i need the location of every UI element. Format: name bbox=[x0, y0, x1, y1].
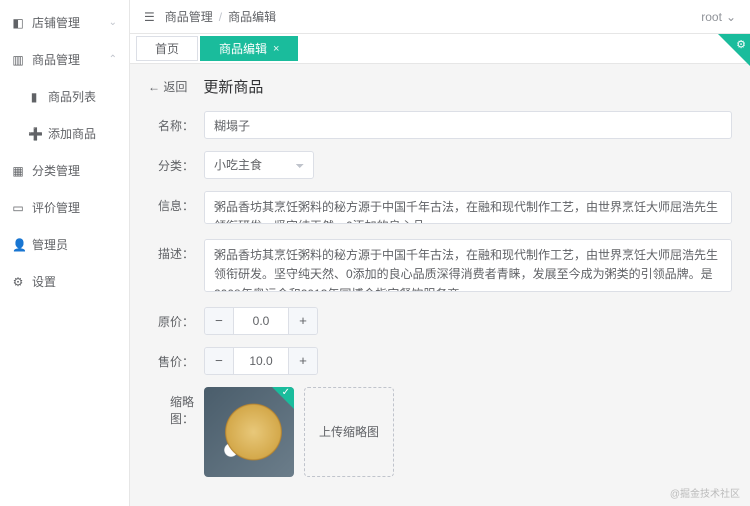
sidebar-item-review[interactable]: ▭ 评价管理 bbox=[0, 189, 129, 226]
tab-home[interactable]: 首页 bbox=[136, 36, 198, 61]
sidebar-label: 设置 bbox=[32, 273, 56, 290]
orig-price-input[interactable] bbox=[233, 308, 289, 334]
tab-label: 商品编辑 bbox=[219, 40, 267, 57]
desc-textarea[interactable]: 粥品香坊其烹饪粥料的秘方源于中国千年古法，在融和现代制作工艺，由世界烹饪大师屈浩… bbox=[204, 239, 732, 291]
breadcrumb-1[interactable]: 商品管理 bbox=[165, 8, 213, 25]
sidebar-item-product-list[interactable]: ▮ 商品列表 bbox=[0, 78, 129, 115]
sidebar-item-product[interactable]: ▥ 商品管理 ⌃ bbox=[0, 41, 129, 78]
main: ☰ 商品管理 / 商品编辑 root ⌄ 首页 商品编辑 × ← 返回 更新商品 名… bbox=[130, 0, 750, 506]
grid-icon: ▦ bbox=[12, 164, 24, 178]
sidebar-label: 商品管理 bbox=[32, 51, 80, 68]
category-select[interactable]: 小吃主食 bbox=[204, 151, 314, 179]
user-icon: 👤 bbox=[12, 238, 24, 252]
label-desc: 描述： bbox=[148, 239, 194, 262]
plus-circle-icon: ➕ bbox=[28, 127, 40, 141]
label-sale-price: 售价： bbox=[148, 347, 194, 370]
increase-button[interactable]: + bbox=[289, 308, 317, 334]
breadcrumb-2: 商品编辑 bbox=[228, 8, 276, 25]
thumbnails: 上传缩略图 bbox=[204, 387, 732, 477]
thumbnail-image[interactable] bbox=[204, 387, 294, 477]
label-info: 信息： bbox=[148, 191, 194, 214]
sidebar-label: 店铺管理 bbox=[32, 14, 80, 31]
comment-icon: ▭ bbox=[12, 201, 24, 215]
label-orig-price: 原价： bbox=[148, 307, 194, 330]
user-name: root bbox=[701, 10, 722, 24]
watermark: @掘金技术社区 bbox=[670, 485, 740, 500]
sidebar-item-category[interactable]: ▦ 分类管理 bbox=[0, 152, 129, 189]
sale-price-stepper: − + bbox=[204, 347, 318, 375]
gear-icon: ⚙ bbox=[12, 275, 24, 289]
sidebar: ◧ 店铺管理 ⌄ ▥ 商品管理 ⌃ ▮ 商品列表 ➕ 添加商品 ▦ 分类管理 ▭ 评价管理 👤 管… bbox=[0, 0, 130, 506]
chevron-up-icon: ⌃ bbox=[109, 54, 117, 65]
bars-icon: ▮ bbox=[28, 90, 40, 104]
increase-button[interactable]: + bbox=[289, 348, 317, 374]
topbar: ☰ 商品管理 / 商品编辑 root ⌄ bbox=[130, 0, 750, 34]
hamburger-icon[interactable]: ☰ bbox=[144, 10, 155, 24]
sidebar-label: 分类管理 bbox=[32, 162, 80, 179]
orig-price-stepper: − + bbox=[204, 307, 318, 335]
sidebar-item-shop[interactable]: ◧ 店铺管理 ⌄ bbox=[0, 4, 129, 41]
upload-thumbnail-button[interactable]: 上传缩略图 bbox=[304, 387, 394, 477]
check-icon bbox=[272, 387, 294, 409]
user-menu[interactable]: root ⌄ bbox=[701, 10, 736, 24]
content: ← 返回 更新商品 名称： 分类： 小吃主食 信息： 粥品香坊其烹饪粥料的秘方源… bbox=[130, 64, 750, 506]
decrease-button[interactable]: − bbox=[205, 348, 233, 374]
tabs: 首页 商品编辑 × bbox=[130, 34, 750, 64]
tab-product-edit[interactable]: 商品编辑 × bbox=[200, 36, 298, 61]
close-icon[interactable]: × bbox=[273, 43, 279, 55]
page-title: 更新商品 bbox=[203, 76, 263, 97]
chevron-down-icon: ⌄ bbox=[109, 17, 117, 28]
info-textarea[interactable]: 粥品香坊其烹饪粥料的秘方源于中国千年古法，在融和现代制作工艺，由世界烹饪大师屈浩… bbox=[204, 191, 732, 224]
label-thumb: 缩略图： bbox=[148, 387, 194, 427]
sidebar-label: 商品列表 bbox=[48, 88, 96, 105]
label-name: 名称： bbox=[148, 111, 194, 134]
sidebar-item-settings[interactable]: ⚙ 设置 bbox=[0, 263, 129, 300]
back-button[interactable]: ← 返回 bbox=[148, 78, 187, 95]
shop-icon: ◧ bbox=[12, 16, 24, 30]
decrease-button[interactable]: − bbox=[205, 308, 233, 334]
chevron-down-icon: ⌄ bbox=[726, 10, 736, 24]
sidebar-label: 管理员 bbox=[32, 236, 68, 253]
sale-price-input[interactable] bbox=[233, 348, 289, 374]
upload-label: 上传缩略图 bbox=[319, 423, 379, 440]
corner-badge[interactable] bbox=[718, 34, 750, 66]
sidebar-label: 评价管理 bbox=[32, 199, 80, 216]
sidebar-label: 添加商品 bbox=[48, 125, 96, 142]
page-head: ← 返回 更新商品 bbox=[148, 76, 732, 97]
sidebar-item-admin[interactable]: 👤 管理员 bbox=[0, 226, 129, 263]
label-category: 分类： bbox=[148, 151, 194, 174]
sidebar-item-add-product[interactable]: ➕ 添加商品 bbox=[0, 115, 129, 152]
breadcrumb-sep: / bbox=[219, 10, 222, 24]
name-input[interactable] bbox=[204, 111, 732, 139]
chart-icon: ▥ bbox=[12, 53, 24, 67]
